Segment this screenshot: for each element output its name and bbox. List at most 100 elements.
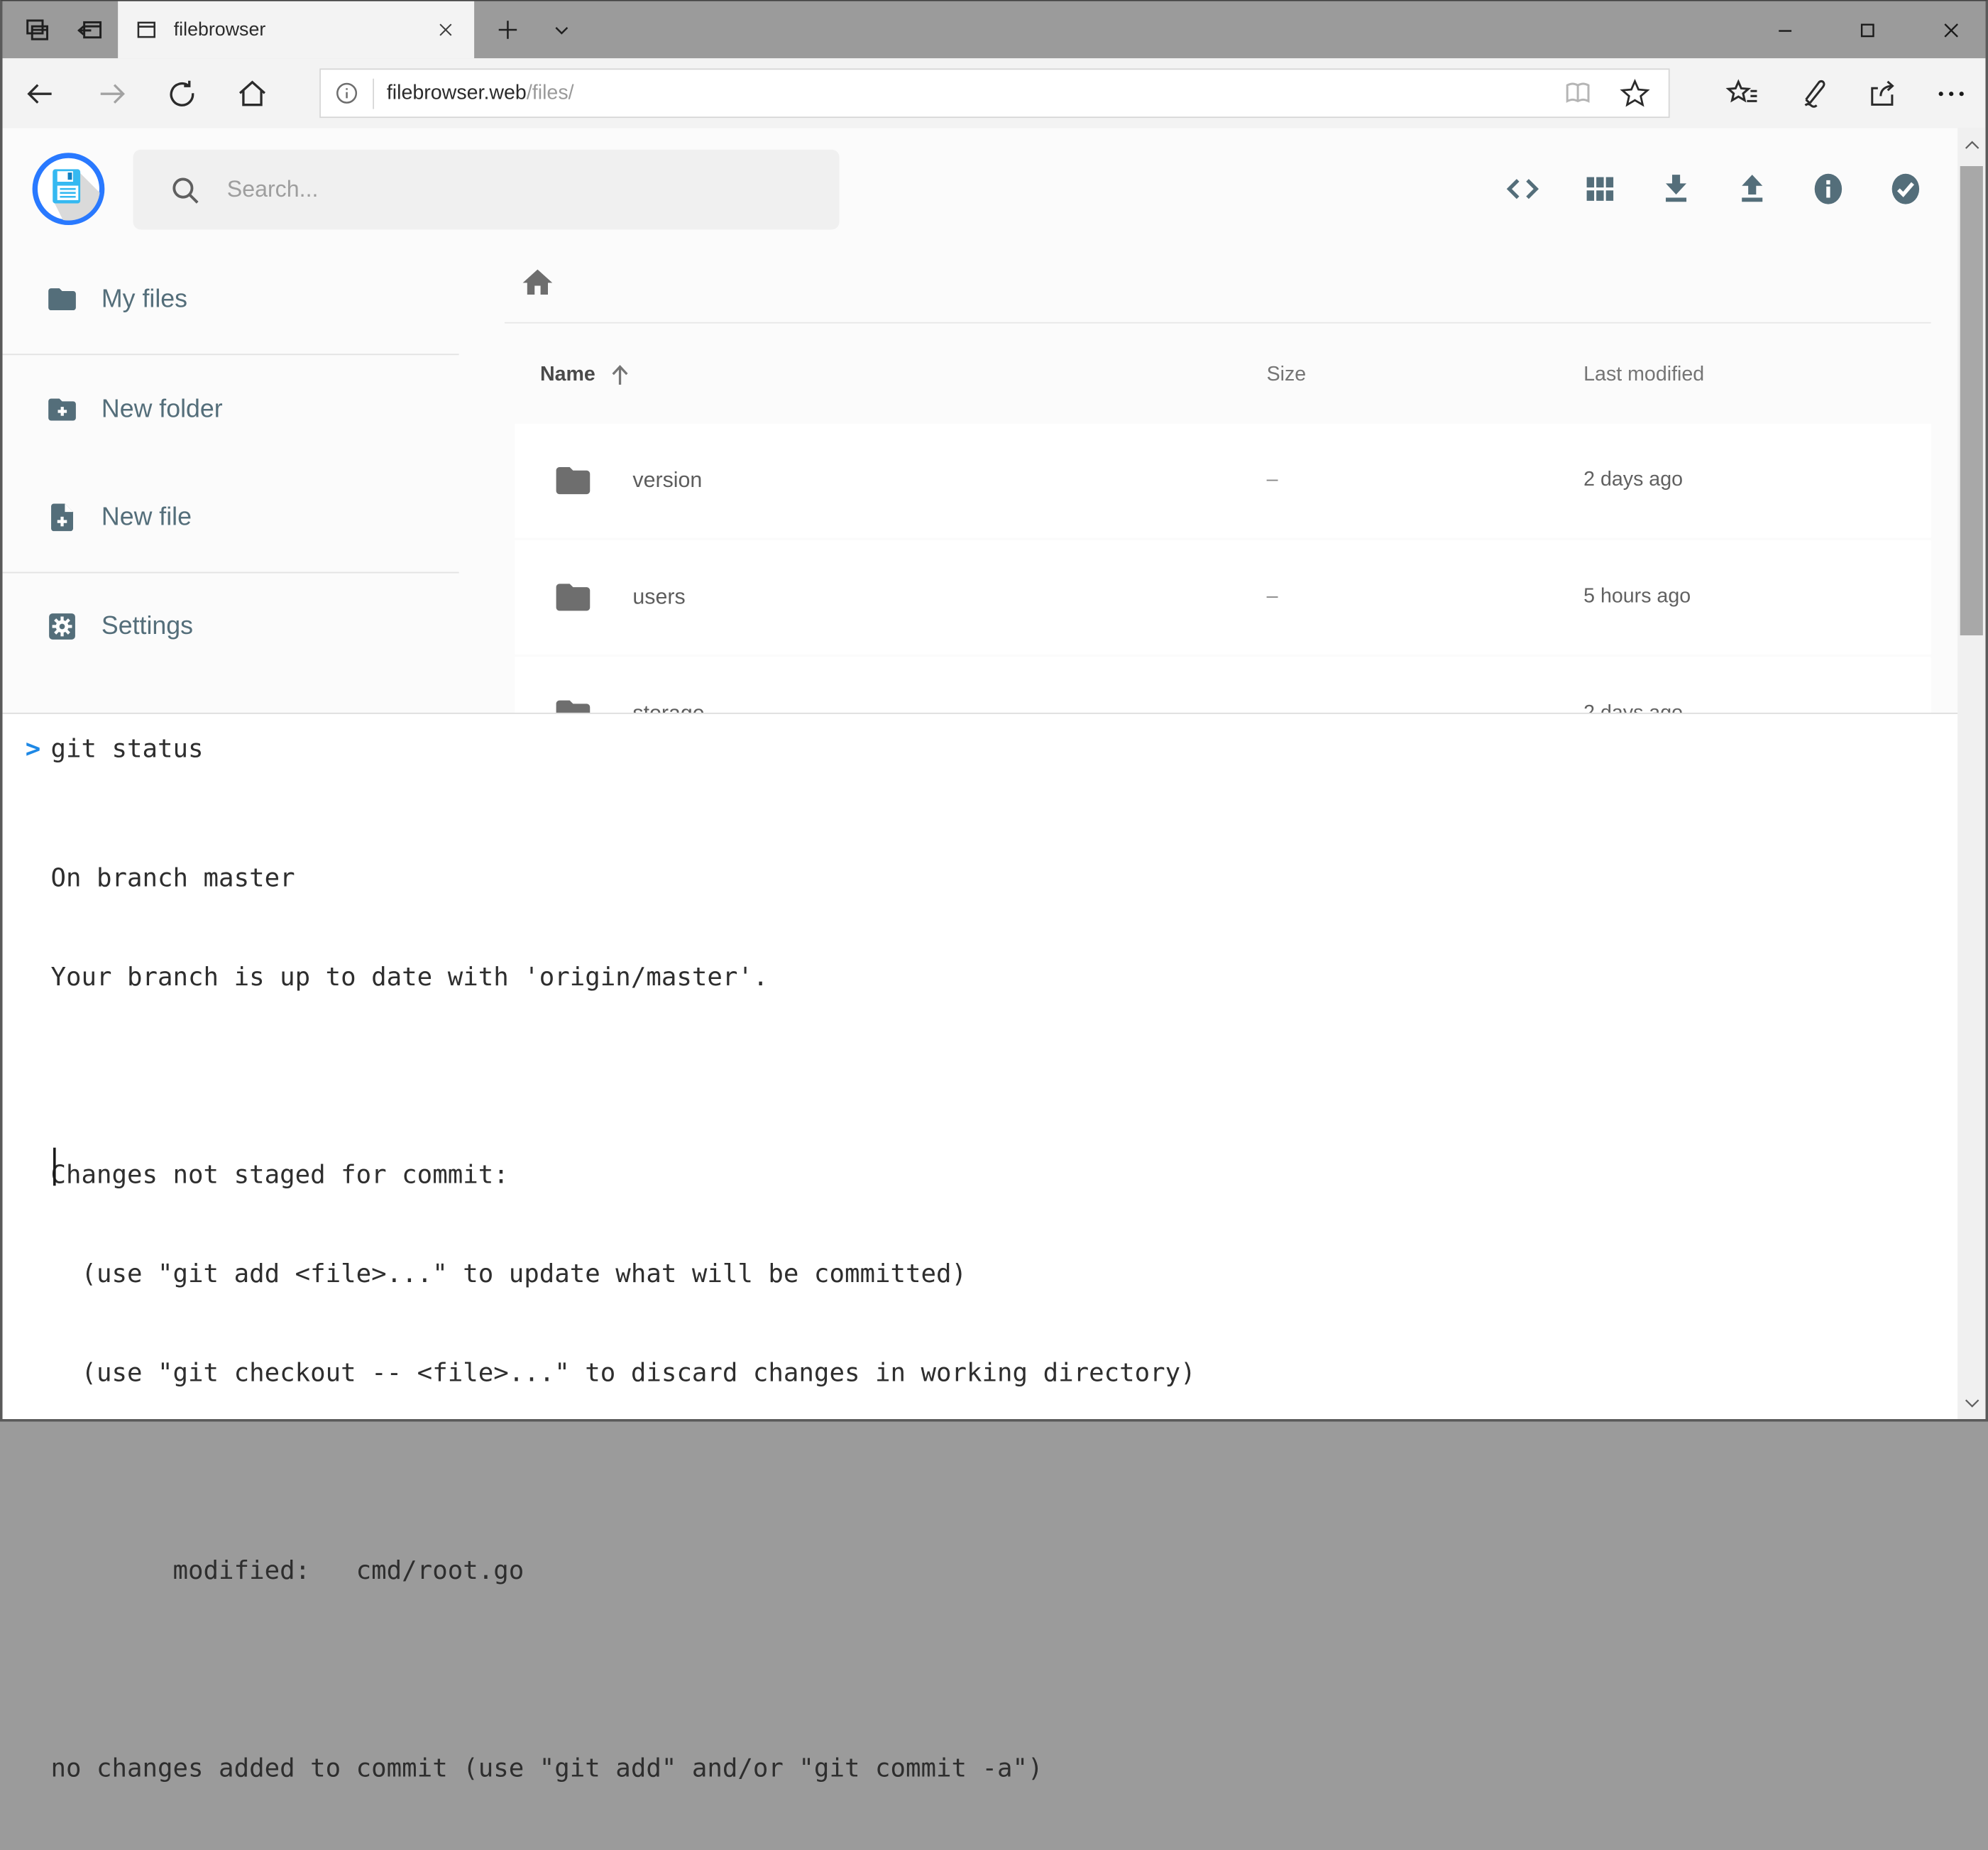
code-view-button[interactable] [1493, 158, 1554, 219]
maximize-button[interactable] [1838, 1, 1896, 58]
breadcrumb-home[interactable] [520, 265, 555, 300]
minimize-button[interactable] [1756, 1, 1814, 58]
page-scrollbar[interactable] [1957, 128, 1985, 1419]
set-tabs-aside-button[interactable] [68, 1, 111, 58]
search-input[interactable] [224, 175, 813, 204]
terminal-line: (use "git add <file>..." to update what … [50, 1257, 1195, 1289]
file-row-version[interactable]: version – 2 days ago [515, 424, 1931, 538]
browser-toolbar: filebrowser.web/files/ [3, 58, 1986, 129]
reading-view-icon[interactable] [1562, 77, 1594, 109]
folder-plus-icon [45, 393, 78, 426]
file-modified: 2 days ago [1583, 469, 1931, 492]
grid-view-icon [1582, 171, 1618, 207]
terminal-command: git status [50, 733, 203, 764]
app-logo[interactable] [32, 152, 106, 226]
terminal-line: Your branch is up to date with 'origin/m… [50, 960, 1195, 992]
prompt-chevron-icon: > [26, 733, 51, 764]
grid-view-button[interactable] [1570, 158, 1631, 219]
refresh-icon [165, 77, 197, 109]
share-icon [1865, 76, 1899, 110]
terminal-line: Changes not staged for commit: [50, 1158, 1195, 1191]
upload-icon [1733, 170, 1772, 208]
minimize-icon [1772, 17, 1798, 43]
select-multiple-button[interactable] [1875, 158, 1936, 219]
maximize-icon [1855, 17, 1880, 43]
add-notes-button[interactable] [1784, 58, 1840, 128]
terminal-line: (use "git checkout -- <file>..." to disc… [50, 1356, 1195, 1389]
terminal-output: On branch master Your branch is up to da… [26, 795, 1196, 1850]
download-icon [1657, 170, 1696, 208]
more-button[interactable] [1923, 58, 1979, 128]
url-path: /files/ [527, 82, 574, 103]
favorites-list-icon [1725, 76, 1759, 110]
folder-icon [45, 283, 78, 315]
home-button[interactable] [224, 58, 280, 128]
download-button[interactable] [1646, 158, 1707, 219]
folder-icon [553, 460, 593, 500]
terminal-panel[interactable]: > git status On branch master Your branc… [3, 713, 1958, 1419]
chevron-up-icon [1962, 135, 1981, 154]
sidebar-item-my-files[interactable]: My files [3, 258, 459, 339]
favorite-star-icon[interactable] [1619, 77, 1651, 109]
tab-preview-button[interactable] [15, 1, 58, 58]
chevron-down-icon [550, 18, 573, 41]
search-box[interactable] [133, 150, 840, 230]
terminal-line [50, 1653, 1195, 1685]
set-tabs-aside-icon [76, 16, 104, 43]
info-button[interactable] [1798, 158, 1859, 219]
list-header: Name Size Last modified [515, 344, 1931, 407]
column-header-name[interactable]: Name [540, 361, 1267, 389]
folder-icon [553, 577, 593, 618]
arrow-right-icon [95, 77, 128, 109]
upload-button[interactable] [1722, 158, 1783, 219]
file-size: – [1267, 586, 1584, 608]
scrollbar-thumb[interactable] [1960, 166, 1983, 635]
address-bar[interactable]: filebrowser.web/files/ [319, 68, 1669, 118]
file-name: users [632, 585, 1266, 611]
titlebar: filebrowser [3, 1, 1986, 58]
terminal-line [50, 1059, 1195, 1092]
plus-icon [495, 18, 520, 42]
back-button[interactable] [13, 58, 69, 128]
url-text: filebrowser.web/files/ [387, 82, 574, 104]
pen-icon [1795, 76, 1829, 110]
close-icon [1938, 17, 1964, 43]
url-host: filebrowser.web [387, 82, 527, 103]
terminal-line [50, 1455, 1195, 1487]
refresh-button[interactable] [153, 58, 209, 128]
scroll-up-button[interactable] [1957, 128, 1985, 160]
forward-button[interactable] [84, 58, 140, 128]
page-info-icon[interactable] [334, 80, 361, 107]
terminal-line: no changes added to commit (use "git add… [50, 1751, 1195, 1784]
sidebar-item-new-file[interactable]: New file [3, 477, 459, 558]
scroll-down-button[interactable] [1957, 1386, 1985, 1418]
tab-close-icon[interactable] [436, 21, 456, 40]
column-header-size[interactable]: Size [1267, 364, 1584, 387]
sidebar-item-settings[interactable]: Settings [3, 586, 459, 667]
search-icon [169, 173, 202, 206]
sidebar-item-new-folder[interactable]: New folder [3, 369, 459, 450]
info-circle-icon [1809, 170, 1847, 208]
file-row-users[interactable]: users – 5 hours ago [515, 540, 1931, 655]
column-header-modified[interactable]: Last modified [1583, 364, 1931, 387]
browser-window: filebrowser [0, 0, 1988, 1422]
window-close-button[interactable] [1922, 1, 1980, 58]
file-name: version [632, 468, 1266, 493]
hub-button[interactable] [1714, 58, 1770, 128]
tab-title: filebrowser [174, 19, 436, 40]
new-tab-button[interactable] [485, 1, 529, 58]
sidebar-item-label: My files [101, 285, 187, 314]
tab-preview-icon [23, 16, 50, 43]
sort-ascending-icon [605, 361, 633, 389]
code-brackets-icon [1504, 170, 1542, 208]
terminal-cursor [53, 1148, 56, 1186]
tab-favicon-icon [136, 19, 157, 40]
sidebar-divider [3, 572, 459, 574]
tab-list-button[interactable] [540, 1, 583, 58]
address-divider [373, 78, 374, 109]
content-divider [505, 322, 1931, 324]
share-button[interactable] [1854, 58, 1910, 128]
floppy-disk-icon [32, 152, 106, 226]
browser-tab[interactable]: filebrowser [118, 1, 474, 58]
home-outline-icon [236, 77, 268, 109]
